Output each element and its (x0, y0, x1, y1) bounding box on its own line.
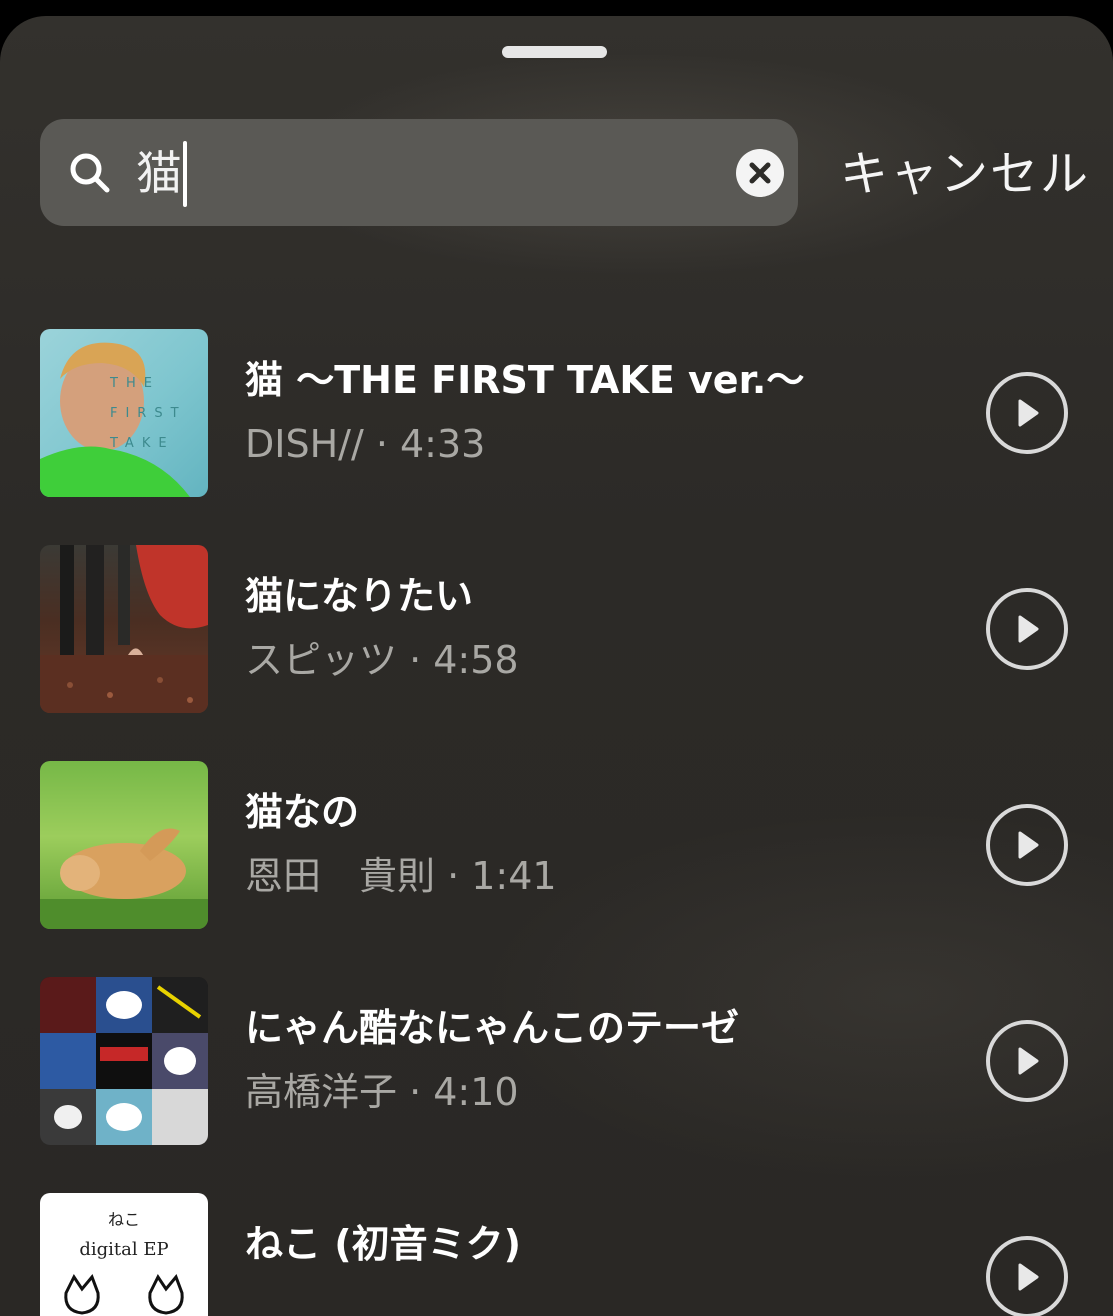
list-item[interactable]: にゃん酷なにゃんこのテーゼ 高橋洋子 · 4:10 (0, 977, 1113, 1147)
play-icon (986, 804, 1068, 886)
play-icon (986, 588, 1068, 670)
play-button[interactable] (985, 803, 1069, 887)
song-title: にゃん酷なにゃんこのテーゼ (245, 1006, 740, 1050)
album-art (40, 977, 208, 1145)
album-art (40, 545, 208, 713)
album-art: ねこ digital EP (40, 1193, 208, 1316)
song-artist-duration: 恩田 貴則 · 1:41 (245, 854, 557, 898)
play-icon (986, 1236, 1068, 1316)
album-art (40, 761, 208, 929)
svg-text:TAKE: TAKE (109, 436, 175, 451)
song-title: 猫 〜THE FIRST TAKE ver.〜 (245, 358, 805, 402)
song-artist-duration: スピッツ · 4:58 (245, 638, 519, 682)
play-button[interactable] (985, 587, 1069, 671)
song-artist-duration: DISH// · 4:33 (245, 422, 486, 466)
list-item[interactable]: 猫なの 恩田 貴則 · 1:41 (0, 761, 1113, 931)
play-button[interactable] (985, 1235, 1069, 1316)
bottom-sheet: 猫 キャンセル THE FIRST TAKE 猫 〜THE FIRST TAKE… (0, 16, 1113, 1316)
list-item[interactable]: ねこ digital EP ねこ (初音ミク) (0, 1193, 1113, 1316)
clear-search-button[interactable] (736, 149, 784, 197)
svg-text:THE: THE (109, 376, 160, 391)
search-bar[interactable]: 猫 (40, 119, 798, 226)
cancel-button[interactable]: キャンセル (840, 144, 1090, 204)
song-title: 猫になりたい (245, 574, 474, 618)
svg-text:FIRST: FIRST (110, 406, 187, 421)
search-icon (68, 151, 112, 195)
play-button[interactable] (985, 371, 1069, 455)
play-icon (986, 1020, 1068, 1102)
list-item[interactable]: 猫になりたい スピッツ · 4:58 (0, 545, 1113, 715)
clear-icon (749, 162, 771, 184)
song-title: 猫なの (245, 790, 360, 834)
svg-text:digital EP: digital EP (79, 1239, 168, 1260)
album-art: THE FIRST TAKE (40, 329, 208, 497)
search-input[interactable]: 猫 (136, 141, 182, 205)
play-icon (986, 372, 1068, 454)
play-button[interactable] (985, 1019, 1069, 1103)
song-artist-duration: 高橋洋子 · 4:10 (245, 1070, 519, 1114)
list-item[interactable]: THE FIRST TAKE 猫 〜THE FIRST TAKE ver.〜 D… (0, 329, 1113, 499)
text-caret (183, 141, 187, 207)
svg-text:ねこ: ねこ (108, 1210, 140, 1229)
sheet-grabber[interactable] (502, 46, 607, 58)
song-title: ねこ (初音ミク) (245, 1222, 521, 1266)
